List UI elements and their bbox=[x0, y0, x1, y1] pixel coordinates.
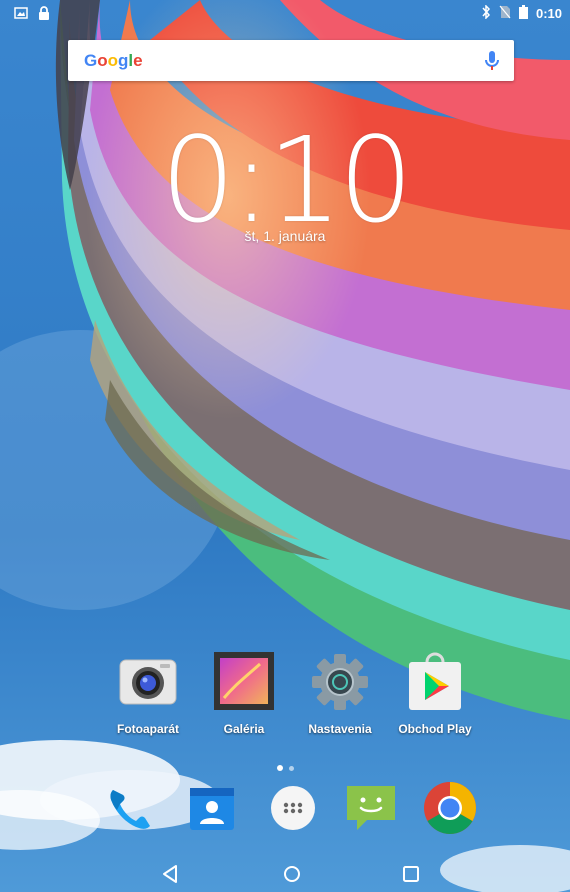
app-label: Galéria bbox=[223, 722, 265, 736]
clock-date: št, 1. januára bbox=[244, 228, 326, 244]
mic-icon[interactable] bbox=[484, 49, 500, 78]
battery-icon bbox=[518, 5, 528, 22]
clock-time[interactable]: 0:10 bbox=[0, 120, 570, 240]
camera-icon bbox=[116, 650, 180, 714]
dock-contacts[interactable] bbox=[184, 780, 240, 836]
google-logo: Google bbox=[84, 51, 143, 71]
contacts-icon bbox=[184, 788, 240, 840]
bluetooth-icon bbox=[481, 4, 491, 22]
google-logo-letter: G bbox=[84, 51, 98, 70]
app-drawer-button[interactable] bbox=[265, 780, 321, 836]
page-dot bbox=[288, 766, 294, 771]
app-camera[interactable]: Fotoaparát bbox=[93, 650, 203, 736]
status-bar: 0:10 bbox=[0, 0, 570, 28]
dock-phone[interactable] bbox=[103, 780, 159, 836]
settings-icon bbox=[308, 650, 372, 714]
app-settings[interactable]: Nastavenia bbox=[285, 650, 395, 736]
image-notification-icon bbox=[14, 6, 28, 25]
app-label: Obchod Play bbox=[398, 722, 472, 736]
no-sim-icon bbox=[499, 5, 511, 22]
messaging-icon bbox=[343, 786, 399, 840]
app-label: Fotoaparát bbox=[116, 722, 179, 736]
google-logo-letter: g bbox=[118, 51, 129, 70]
google-logo-letter: e bbox=[133, 51, 143, 70]
recents-icon[interactable] bbox=[399, 862, 423, 886]
google-logo-letter: o bbox=[97, 51, 108, 70]
play-store-icon bbox=[403, 650, 467, 714]
app-play-store[interactable]: Obchod Play bbox=[380, 650, 490, 736]
app-drawer-icon bbox=[265, 786, 321, 840]
google-logo-letter: o bbox=[107, 51, 119, 70]
page-dot-current bbox=[276, 765, 283, 771]
navigation-bar bbox=[0, 852, 570, 892]
dock-chrome[interactable] bbox=[422, 780, 478, 836]
lock-icon bbox=[38, 6, 50, 25]
app-label: Nastavenia bbox=[308, 722, 372, 736]
home-icon[interactable] bbox=[280, 862, 304, 886]
chrome-icon bbox=[422, 782, 478, 840]
status-time: 0:10 bbox=[535, 6, 562, 21]
app-gallery[interactable]: Galéria bbox=[189, 650, 299, 736]
google-search-bar[interactable]: Google bbox=[68, 40, 514, 81]
page-indicator bbox=[0, 758, 570, 776]
gallery-icon bbox=[212, 650, 276, 714]
phone-icon bbox=[103, 790, 159, 840]
back-icon[interactable] bbox=[158, 862, 182, 886]
dock-messaging[interactable] bbox=[343, 780, 399, 836]
